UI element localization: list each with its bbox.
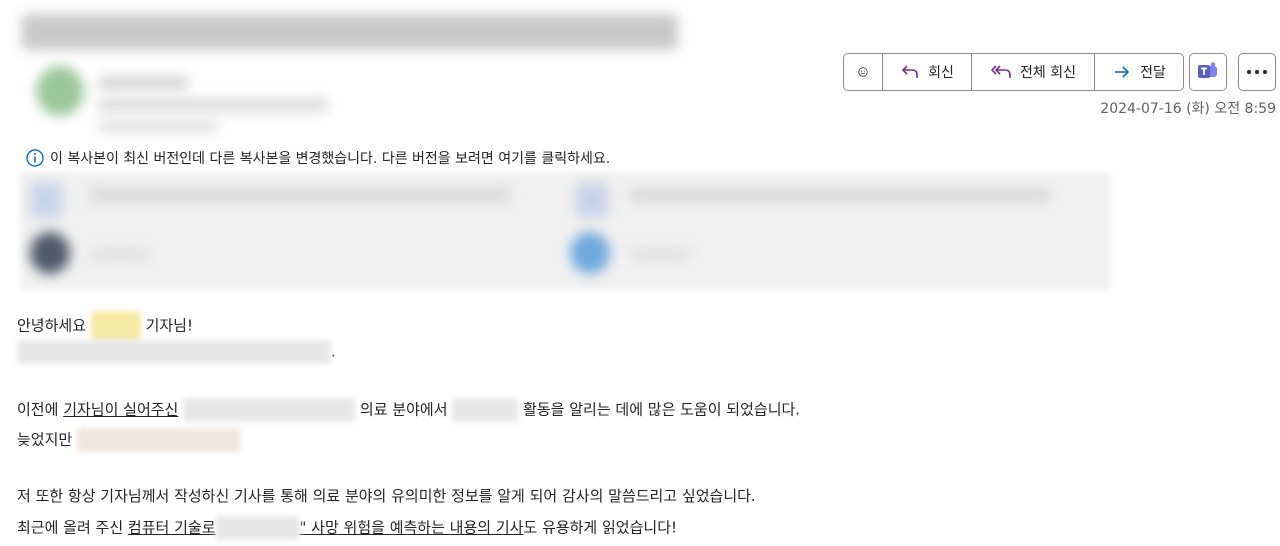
emoji-reaction-button[interactable] [844, 54, 883, 90]
smiley-icon [858, 67, 868, 77]
version-info-bar[interactable]: 이 복사본이 최신 버전인데 다른 복사본을 변경했습니다. 다른 버전을 보려… [26, 148, 610, 168]
info-icon [26, 149, 44, 167]
p1-text-c: 활동을 알리는 데에 많은 도움이 되었습니다. [523, 400, 801, 419]
p2-text-a: 늦었지만 [17, 430, 73, 449]
intro-line: . [17, 340, 336, 364]
greeting-suffix: 기자님! [145, 316, 193, 335]
attachment-2-name-redacted [90, 248, 150, 260]
attachment-2-avatar-redacted [30, 232, 70, 274]
subject-redacted [22, 14, 678, 50]
attachment-1-name-redacted [90, 188, 510, 202]
sender-address-redacted [98, 98, 328, 112]
article-link-1[interactable]: 기자님이 실어주신 [63, 401, 178, 419]
forward-label: 전달 [1140, 65, 1166, 81]
recipient-name-redacted [90, 311, 141, 341]
sender-name-redacted [98, 76, 188, 90]
attachment-4-name-redacted [630, 248, 690, 260]
paragraph-1-cont: 늦었지만 [17, 428, 241, 452]
intro-redacted [17, 340, 331, 364]
teams-button[interactable] [1189, 53, 1227, 91]
paragraph-1: 이전에 기자님이 실어주신 의료 분야에서 활동을 알리는 데에 많은 도움이 … [17, 398, 800, 422]
reply-all-icon [990, 65, 1011, 78]
more-dots-icon [1247, 70, 1267, 74]
message-action-toolbar: 회신 전체 회신 전달 [843, 53, 1184, 91]
attachment-1-icon-redacted [30, 182, 62, 218]
attachment-3-icon-redacted [576, 182, 608, 218]
p1-redacted-1 [183, 398, 356, 422]
message-date: 2024-07-16 (화) 오전 8:59 [1100, 101, 1276, 117]
attachment-3-name-redacted [630, 188, 1050, 202]
p2-redacted [76, 428, 241, 452]
article-link-2[interactable]: 컴퓨터 기술로 [128, 519, 216, 537]
greeting-prefix: 안녕하세요 [17, 316, 87, 335]
forward-button[interactable]: 전달 [1095, 54, 1183, 90]
recipient-redacted [98, 120, 218, 132]
reply-all-label: 전체 회신 [1020, 65, 1076, 81]
paragraph-4: 최근에 올려 주신 컴퓨터 기술로 " 사망 위험을 예측하는 내용의 기사도 유… [17, 516, 677, 540]
p4-text-b: 도 유용하게 읽었습니다! [523, 518, 678, 537]
p4-text-a: 최근에 올려 주신 [17, 518, 124, 537]
reply-button[interactable]: 회신 [883, 54, 972, 90]
reply-icon [901, 65, 918, 78]
reply-all-button[interactable]: 전체 회신 [972, 54, 1095, 90]
reply-label: 회신 [928, 65, 954, 81]
p1-text-b: 의료 분야에서 [359, 400, 448, 419]
article-link-3[interactable]: " 사망 위험을 예측하는 내용의 기사 [300, 519, 524, 537]
paragraph-3: 저 또한 항상 기자님께서 작성하신 기사를 통해 의료 분야의 유의미한 정보… [17, 487, 756, 505]
info-text: 이 복사본이 최신 버전인데 다른 복사본을 변경했습니다. 다른 버전을 보려… [50, 151, 611, 167]
p1-redacted-2 [452, 398, 519, 422]
intro-end: . [331, 342, 336, 361]
forward-arrow-icon [1115, 66, 1130, 78]
more-actions-button[interactable] [1238, 53, 1276, 91]
teams-icon [1198, 62, 1217, 78]
p1-text-a: 이전에 [17, 400, 59, 419]
greeting-line: 안녕하세요 기자님! [17, 311, 193, 341]
attachment-4-avatar-redacted [570, 232, 610, 274]
p4-redacted [215, 516, 300, 540]
sender-avatar-redacted [36, 66, 84, 116]
